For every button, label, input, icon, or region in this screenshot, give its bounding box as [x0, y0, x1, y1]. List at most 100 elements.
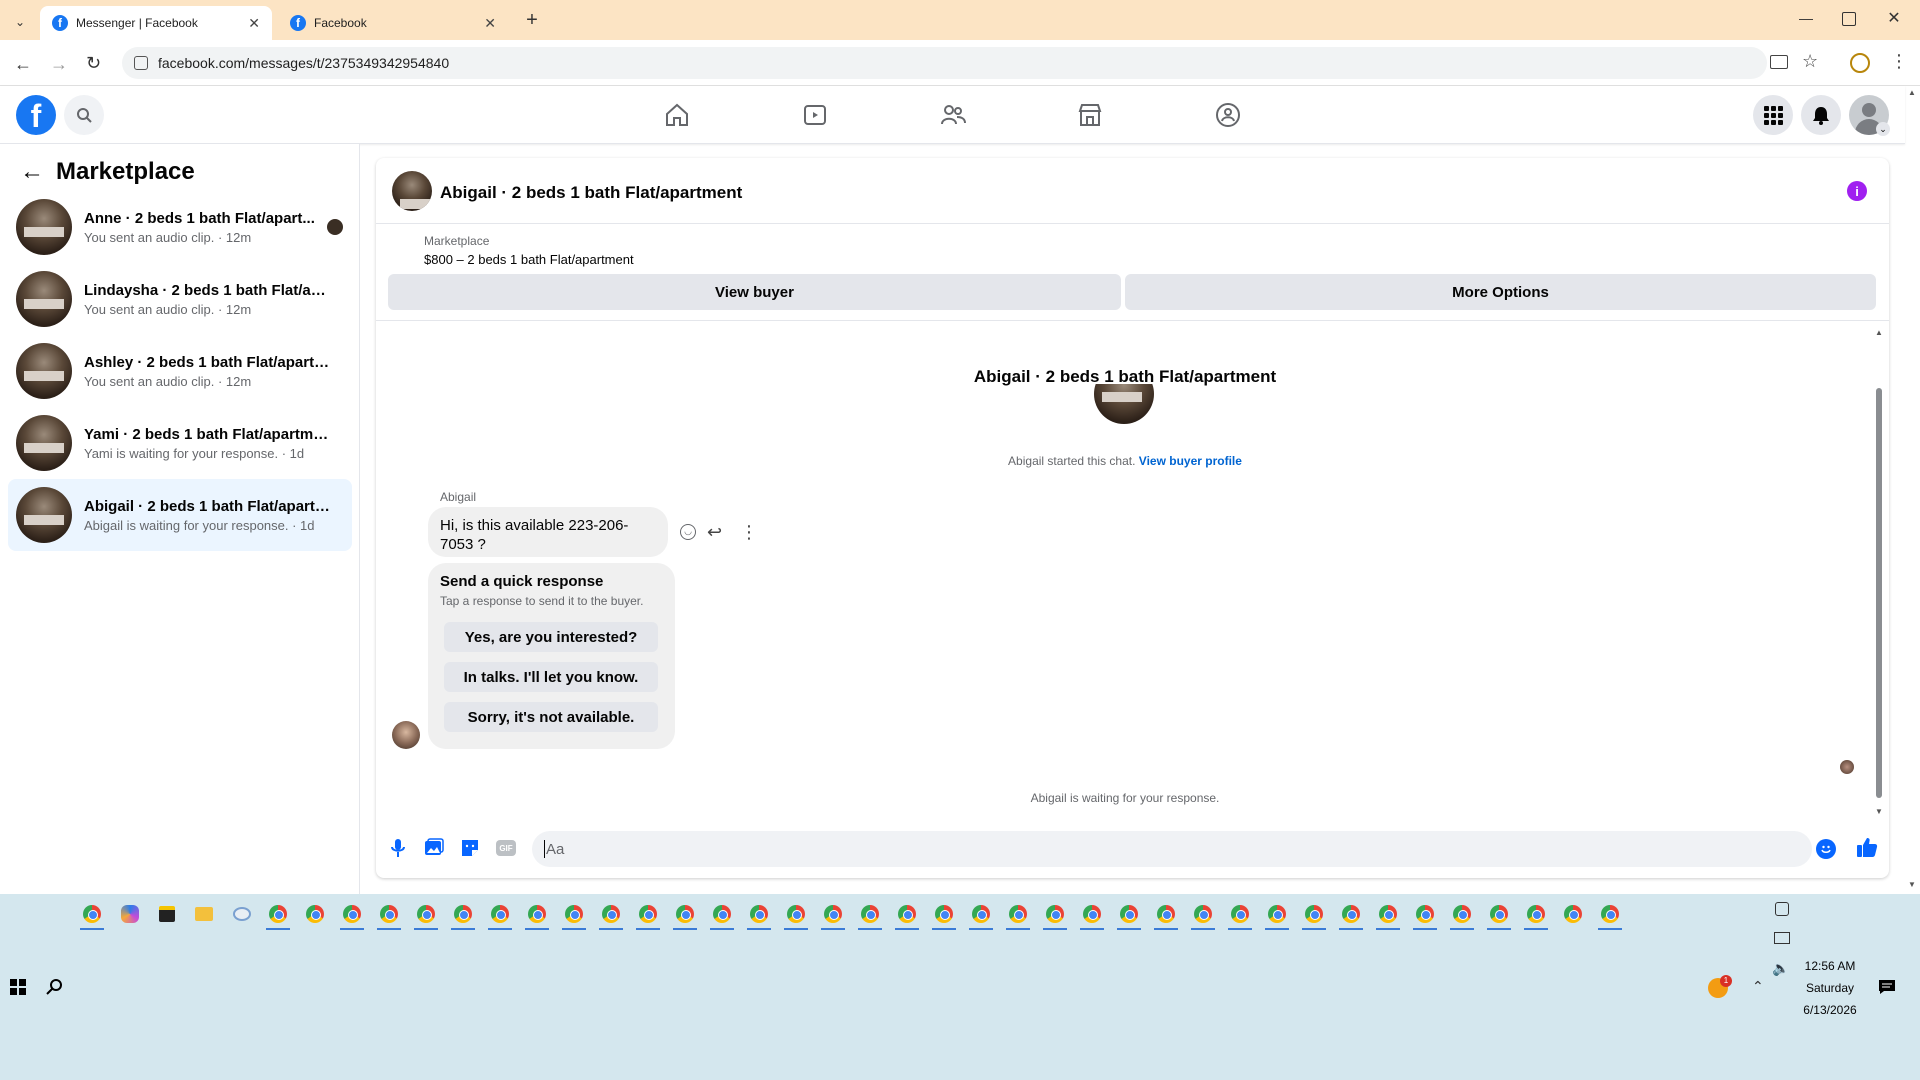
taskbar-chrome-icon[interactable]: [858, 902, 882, 930]
site-info-icon[interactable]: [134, 56, 148, 70]
taskbar-chrome-icon[interactable]: [969, 902, 993, 930]
clock-day[interactable]: Saturday: [1800, 981, 1860, 995]
reply-icon[interactable]: ↩: [707, 522, 722, 543]
quick-reply-in-talks[interactable]: In talks. I'll let you know.: [444, 662, 658, 692]
forward-icon[interactable]: →: [50, 54, 68, 75]
taskbar-chrome-icon[interactable]: [1080, 902, 1104, 930]
listing-title[interactable]: $800 – 2 beds 1 bath Flat/apartment: [424, 252, 634, 267]
taskbar-chrome-icon[interactable]: [1524, 902, 1548, 930]
view-buyer-button[interactable]: View buyer: [388, 274, 1121, 310]
gif-button[interactable]: GIF: [496, 840, 516, 856]
taskbar-chrome-icon[interactable]: [414, 902, 438, 930]
chat-scrollbar[interactable]: ▲ ▼: [1874, 328, 1884, 816]
page-scroll-up-arrow[interactable]: ▲: [1908, 88, 1916, 97]
conversation-item[interactable]: Anne · 2 beds 1 bath Flat/apart... You s…: [8, 191, 352, 263]
taskbar-chrome-icon[interactable]: [636, 902, 660, 930]
taskbar-chrome-icon[interactable]: [266, 902, 290, 930]
tab-messenger[interactable]: f Messenger | Facebook ✕: [40, 6, 272, 40]
minimize-window-icon[interactable]: —: [1796, 10, 1816, 30]
sticker-button[interactable]: [460, 838, 480, 858]
more-actions-icon[interactable]: ⋮: [740, 522, 758, 543]
taskbar-chrome-icon[interactable]: [1117, 902, 1141, 930]
close-tab-icon[interactable]: ✕: [248, 15, 260, 32]
search-button[interactable]: [64, 95, 104, 135]
taskbar-chrome-icon[interactable]: [932, 902, 956, 930]
conversation-item[interactable]: Ashley · 2 beds 1 bath Flat/apartm... Yo…: [8, 335, 352, 407]
info-button[interactable]: i: [1847, 181, 1867, 201]
chat-header-title[interactable]: Abigail · 2 beds 1 bath Flat/apartment: [440, 183, 742, 203]
scroll-up-arrow[interactable]: ▲: [1874, 328, 1884, 337]
new-tab-button[interactable]: +: [520, 8, 544, 32]
taskbar-chrome-icon[interactable]: [340, 902, 364, 930]
taskbar-paint-icon[interactable]: [230, 902, 254, 926]
taskbar-chrome-icon[interactable]: [710, 902, 734, 930]
view-buyer-profile-link[interactable]: View buyer profile: [1139, 454, 1242, 468]
account-chevron-icon[interactable]: ⌄: [1876, 122, 1890, 136]
taskbar-chrome-icon[interactable]: [599, 902, 623, 930]
taskbar-chrome-icon[interactable]: [1191, 902, 1215, 930]
taskbar-chrome-icon[interactable]: [1561, 902, 1585, 926]
clock-date[interactable]: 6/13/2026: [1795, 1003, 1865, 1017]
notifications-button[interactable]: [1801, 95, 1841, 135]
action-center-button[interactable]: [1878, 979, 1896, 995]
nav-video[interactable]: [793, 100, 837, 130]
like-button[interactable]: [1856, 836, 1878, 858]
chat-header-avatar[interactable]: [392, 171, 432, 211]
page-scroll-down-arrow[interactable]: ▼: [1908, 880, 1916, 889]
tray-volume-icon[interactable]: 🔈: [1772, 960, 1789, 977]
quick-reply-yes[interactable]: Yes, are you interested?: [444, 622, 658, 652]
taskbar-chrome-icon[interactable]: [895, 902, 919, 930]
facebook-logo-icon[interactable]: f: [16, 95, 56, 135]
install-app-icon[interactable]: [1770, 55, 1788, 69]
scroll-thumb[interactable]: [1876, 388, 1882, 798]
back-icon[interactable]: ←: [14, 54, 32, 75]
tab-search-button[interactable]: ⌄: [10, 12, 30, 32]
taskbar-chrome-icon[interactable]: [303, 902, 327, 926]
message-input[interactable]: Aa: [532, 831, 1812, 867]
taskbar-copilot-icon[interactable]: [118, 902, 142, 926]
taskbar-chrome-icon[interactable]: [1339, 902, 1363, 930]
taskbar-chrome-icon[interactable]: [747, 902, 771, 930]
taskbar-folder-icon[interactable]: [192, 902, 216, 926]
taskbar-chrome-icon[interactable]: [377, 902, 401, 930]
taskbar-chrome-icon[interactable]: [80, 902, 104, 930]
tray-chevron-up-icon[interactable]: ⌃: [1752, 978, 1764, 995]
taskbar-chrome-icon[interactable]: [821, 902, 845, 930]
nav-home[interactable]: [655, 100, 699, 130]
close-tab-icon[interactable]: ✕: [484, 15, 496, 32]
bookmark-star-icon[interactable]: ☆: [1802, 51, 1818, 72]
emoji-button[interactable]: [1816, 839, 1836, 859]
back-arrow-icon[interactable]: ←: [20, 158, 44, 186]
react-icon[interactable]: ◡: [680, 524, 696, 540]
taskbar-chrome-icon[interactable]: [784, 902, 808, 930]
taskbar-chrome-icon[interactable]: [1265, 902, 1289, 930]
clock-time[interactable]: 12:56 AM: [1800, 959, 1860, 973]
taskbar-chrome-icon[interactable]: [1228, 902, 1252, 930]
conversation-item[interactable]: Lindaysha · 2 beds 1 bath Flat/apar... Y…: [8, 263, 352, 335]
quick-reply-sorry[interactable]: Sorry, it's not available.: [444, 702, 658, 732]
taskbar-search-button[interactable]: [46, 978, 64, 996]
more-options-button[interactable]: More Options: [1125, 274, 1876, 310]
browser-menu-icon[interactable]: ⋮: [1890, 51, 1908, 72]
taskbar-chrome-icon[interactable]: [1598, 902, 1622, 930]
taskbar-chrome-icon[interactable]: [1450, 902, 1474, 930]
taskbar-chrome-icon[interactable]: [525, 902, 549, 930]
conversation-item[interactable]: Yami · 2 beds 1 bath Flat/apartment Yami…: [8, 407, 352, 479]
mic-button[interactable]: [390, 838, 406, 858]
address-bar[interactable]: facebook.com/messages/t/2375349342954840: [122, 47, 1767, 79]
taskbar-chrome-icon[interactable]: [1302, 902, 1326, 930]
taskbar-chrome-icon[interactable]: [673, 902, 697, 930]
taskbar-chrome-icon[interactable]: [1413, 902, 1437, 930]
tab-facebook[interactable]: f Facebook ✕: [278, 6, 508, 40]
taskbar-chrome-icon[interactable]: [1376, 902, 1400, 930]
start-button[interactable]: [10, 979, 26, 995]
taskbar-notes-icon[interactable]: [155, 902, 179, 926]
nav-friends[interactable]: [931, 100, 975, 130]
restore-window-icon[interactable]: [1842, 12, 1856, 26]
taskbar-chrome-icon[interactable]: [562, 902, 586, 930]
close-window-icon[interactable]: ✕: [1884, 8, 1904, 28]
tray-meet-icon[interactable]: [1775, 902, 1789, 916]
taskbar-chrome-icon[interactable]: [1043, 902, 1067, 930]
taskbar-chrome-icon[interactable]: [488, 902, 512, 930]
taskbar-chrome-icon[interactable]: [1154, 902, 1178, 930]
